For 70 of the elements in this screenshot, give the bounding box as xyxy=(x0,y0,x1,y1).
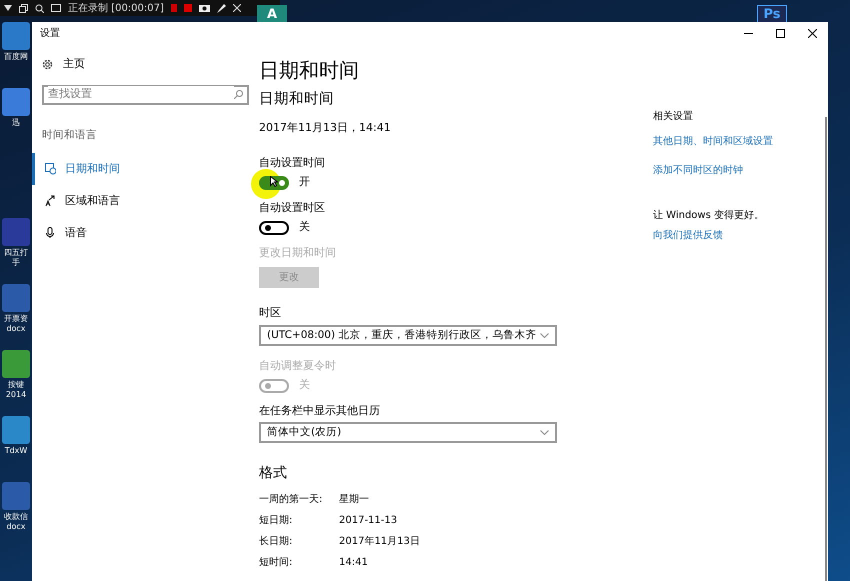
format-value: 2017年11月13日 xyxy=(339,535,420,550)
setting-label: 自动设置时区 xyxy=(259,200,326,216)
page-title: 日期和时间 xyxy=(259,58,360,82)
stop-icon[interactable] xyxy=(184,4,192,12)
maximize-icon xyxy=(776,28,784,38)
chevron-icon xyxy=(540,332,549,338)
section-heading: 日期和时间 xyxy=(259,91,335,108)
desktop-icon-label[interactable]: 开票资 xyxy=(4,314,28,324)
home-link[interactable]: 主页 xyxy=(42,56,249,72)
toggle-state: 开 xyxy=(299,174,310,190)
pause-icon[interactable] xyxy=(170,4,177,12)
close-icon xyxy=(808,28,816,38)
related-heading: 相关设置 xyxy=(653,110,694,124)
dropdown[interactable]: 简体中文(农历) xyxy=(259,422,557,444)
minimize-icon xyxy=(744,32,752,34)
format-label: 一周的第一天: xyxy=(259,493,324,508)
desktop-icon-label[interactable]: docx xyxy=(6,522,26,532)
language-icon xyxy=(45,195,56,208)
sidebar-item[interactable]: 日期和时间 xyxy=(32,153,249,186)
setting-label: 时区 xyxy=(259,305,282,322)
sidebar-item[interactable]: 语音 xyxy=(32,217,249,250)
setting-label: 自动调整夏令时 xyxy=(259,358,337,374)
dropdown[interactable]: (UTC+08:00) 北京，重庆，香港特别行政区，乌鲁木齐 xyxy=(259,324,557,346)
desktop-icon-label[interactable]: 手 xyxy=(12,258,20,268)
sidebar-item[interactable]: 区域和语言 xyxy=(32,185,249,218)
section-heading: 时间和语言 xyxy=(42,128,98,142)
format-value: 14:41 xyxy=(339,556,368,570)
change-button: 更改 xyxy=(259,267,319,288)
setting-label: 更改日期和时间 xyxy=(259,244,337,261)
related-link[interactable]: 其他日期、时间和区域设置 xyxy=(653,134,823,149)
current-date-time: 2017年11月13日，14:41 xyxy=(259,120,392,136)
desktop-icon-label[interactable]: 收款信 xyxy=(4,512,28,522)
setting-label: 自动设置时间 xyxy=(259,154,326,171)
desktop-icon-label[interactable]: 按键 xyxy=(8,380,24,390)
toggle-state: 关 xyxy=(299,219,310,236)
desktop-icon-label[interactable]: TdxW xyxy=(4,446,28,456)
feedback-text: 让 Windows 变得更好。 xyxy=(653,208,765,223)
search-icon[interactable] xyxy=(35,4,44,12)
format-label: 短时间: xyxy=(259,556,294,570)
format-label: 短日期: xyxy=(259,514,294,528)
desktop-icon-label[interactable]: docx xyxy=(6,324,26,334)
dropdown-icon[interactable] xyxy=(4,5,12,11)
settings-icon xyxy=(42,58,53,70)
close-icon[interactable] xyxy=(232,4,241,12)
desktop-icon-label[interactable]: 2014 xyxy=(6,390,26,400)
camera-icon[interactable] xyxy=(198,4,210,12)
restore-icon[interactable] xyxy=(19,4,28,12)
desktop-icon-label[interactable]: 迅 xyxy=(12,118,20,128)
desktop-icon-label[interactable]: 百度网 xyxy=(4,52,28,62)
format-value: 星期一 xyxy=(339,492,369,508)
toggle-switch[interactable] xyxy=(259,220,289,235)
search-field[interactable]: 查找设置 xyxy=(42,84,249,104)
feedback-link[interactable]: 向我们提供反馈 xyxy=(653,228,823,243)
microphone-icon xyxy=(45,227,56,240)
desktop-icon-label[interactable]: 四五打 xyxy=(4,248,28,258)
screen-icon[interactable] xyxy=(51,4,61,12)
toggle-state: 关 xyxy=(299,377,310,394)
related-link[interactable]: 添加不同时区的时钟 xyxy=(653,163,823,178)
recording-status: 正在录制 [00:00:07] xyxy=(68,2,164,16)
search-icon xyxy=(234,90,243,99)
window-title: 设置 xyxy=(40,26,60,40)
chevron-icon xyxy=(540,430,549,436)
pen-icon[interactable] xyxy=(216,4,226,12)
scrollbar[interactable] xyxy=(825,117,827,581)
clock-icon xyxy=(45,163,56,176)
format-value: 2017-11-13 xyxy=(339,514,398,528)
setting-label: 在任务栏中显示其他日历 xyxy=(259,402,381,419)
section-heading: 格式 xyxy=(259,465,288,482)
format-label: 长日期: xyxy=(259,534,294,550)
cursor-icon xyxy=(270,176,278,188)
